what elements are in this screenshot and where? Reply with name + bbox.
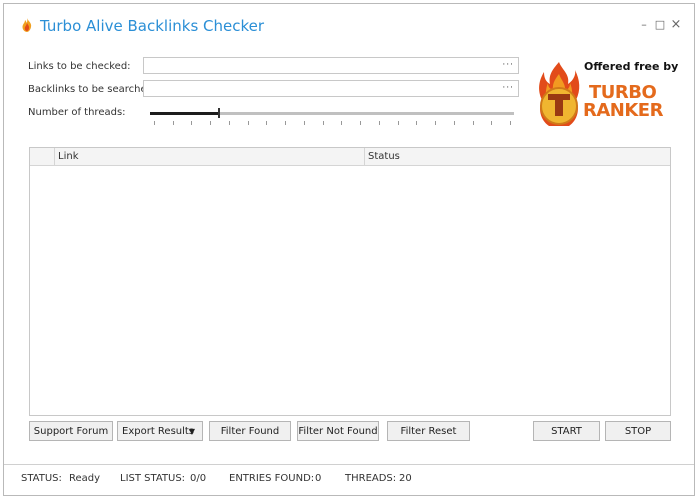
- links-label: Links to be checked:: [28, 61, 131, 72]
- list-status-value: 0/0: [190, 473, 207, 484]
- minimize-button[interactable]: –: [637, 19, 651, 31]
- slider-tick: [341, 121, 342, 125]
- slider-tick: [510, 121, 511, 125]
- slider-tick: [229, 121, 230, 125]
- flame-logo-icon: [539, 62, 580, 126]
- filter-not-found-button[interactable]: Filter Not Found: [297, 421, 379, 441]
- start-button[interactable]: START: [533, 421, 600, 441]
- slider-tick: [173, 121, 174, 125]
- flame-icon: [22, 18, 32, 32]
- slider-tick: [285, 121, 286, 125]
- slider-tick: [491, 121, 492, 125]
- slider-thumb[interactable]: [218, 108, 220, 118]
- column-header-select[interactable]: [30, 148, 55, 165]
- status-label: STATUS:: [21, 473, 62, 484]
- backlinks-input[interactable]: ···: [143, 80, 519, 97]
- threads-label: Number of threads:: [28, 107, 126, 118]
- slider-fill: [150, 112, 219, 115]
- logo-offered-text: Offered free by: [584, 60, 679, 73]
- links-input[interactable]: ···: [143, 57, 519, 74]
- slider-tick: [154, 121, 155, 125]
- slider-tick: [473, 121, 474, 125]
- table-header: Link Status: [30, 148, 670, 166]
- backlinks-label: Backlinks to be searched:: [28, 84, 157, 95]
- links-browse-button[interactable]: ···: [502, 60, 514, 70]
- slider-tick: [398, 121, 399, 125]
- slider-tick: [360, 121, 361, 125]
- slider-tick: [416, 121, 417, 125]
- status-bar: STATUS: Ready LIST STATUS: 0/0 ENTRIES F…: [4, 464, 694, 495]
- filter-reset-button[interactable]: Filter Reset: [387, 421, 470, 441]
- support-forum-button[interactable]: Support Forum: [29, 421, 113, 441]
- filter-found-button[interactable]: Filter Found: [209, 421, 291, 441]
- slider-track: [219, 112, 514, 115]
- threads-status-value: 20: [399, 473, 412, 484]
- export-results-label: Export Results: [122, 426, 195, 437]
- entries-found-label: ENTRIES FOUND:: [229, 473, 315, 484]
- column-header-status[interactable]: Status: [365, 148, 670, 165]
- status-value: Ready: [69, 473, 101, 484]
- results-table[interactable]: Link Status: [29, 147, 671, 416]
- threads-slider[interactable]: [150, 107, 514, 129]
- dropdown-arrow-icon[interactable]: ▼: [185, 422, 199, 441]
- export-results-button[interactable]: Export Results ▼: [117, 421, 203, 441]
- slider-tick: [435, 121, 436, 125]
- main-window: Turbo Alive Backlinks Checker – □ × Link…: [3, 3, 695, 496]
- backlinks-browse-button[interactable]: ···: [502, 83, 514, 93]
- threads-status-label: THREADS:: [345, 473, 397, 484]
- slider-tick: [304, 121, 305, 125]
- slider-tick: [210, 121, 211, 125]
- window-title: Turbo Alive Backlinks Checker: [40, 17, 265, 35]
- list-status-label: LIST STATUS:: [120, 473, 186, 484]
- close-button[interactable]: ×: [669, 18, 683, 31]
- slider-tick: [248, 121, 249, 125]
- slider-tick: [379, 121, 380, 125]
- maximize-button[interactable]: □: [653, 19, 667, 31]
- column-header-link[interactable]: Link: [55, 148, 365, 165]
- title-bar: Turbo Alive Backlinks Checker – □ ×: [4, 4, 694, 44]
- logo-ranker-text: RANKER: [583, 100, 663, 121]
- slider-tick: [266, 121, 267, 125]
- turbo-ranker-logo: Offered free by TURBO RANKER: [536, 56, 679, 134]
- slider-tick: [191, 121, 192, 125]
- slider-tick: [454, 121, 455, 125]
- entries-found-value: 0: [315, 473, 322, 484]
- stop-button[interactable]: STOP: [605, 421, 671, 441]
- slider-tick: [323, 121, 324, 125]
